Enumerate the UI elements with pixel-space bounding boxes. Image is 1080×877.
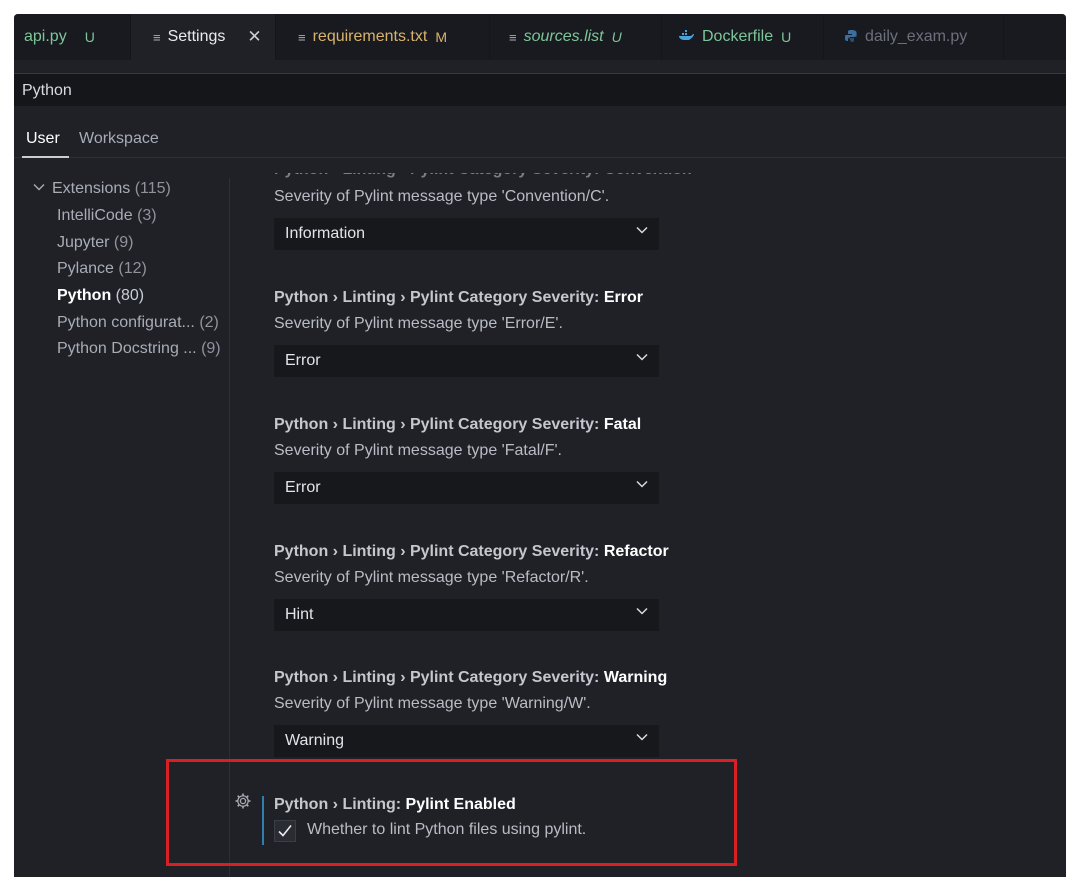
- docker-icon: [678, 29, 695, 45]
- chevron-down-icon: [33, 184, 45, 191]
- scope-divider: [14, 157, 1066, 158]
- modified-badge: M: [435, 29, 447, 45]
- toc-count: (3): [137, 207, 157, 224]
- untracked-badge: U: [611, 29, 622, 45]
- setting-description: Severity of Pylint message type 'Error/E…: [274, 315, 563, 332]
- toc-count: (80): [115, 287, 145, 304]
- toc-label: Pylance: [57, 260, 114, 277]
- chevron-down-icon: [636, 353, 648, 361]
- setting-title-key: Fatal: [603, 416, 642, 433]
- toc-count: (115): [134, 180, 171, 197]
- setting-title-warning: Python › Linting › Pylint Category Sever…: [274, 669, 667, 687]
- dropdown-value: Error: [285, 479, 321, 496]
- dropdown-value: Error: [285, 352, 321, 369]
- convention-severity-dropdown[interactable]: Information: [274, 218, 659, 250]
- error-severity-dropdown[interactable]: Error: [274, 345, 659, 377]
- settings-file-icon: ≡: [153, 29, 161, 45]
- chevron-down-icon: [636, 607, 648, 615]
- close-icon[interactable]: ✕: [247, 27, 261, 47]
- toc-item-jupyter[interactable]: Jupyter (9): [57, 234, 133, 252]
- tab-label: api.py: [24, 28, 67, 45]
- dropdown-value: Information: [285, 225, 366, 242]
- tab-label: Dockerfile: [702, 28, 774, 45]
- toc-item-extensions[interactable]: Extensions (115): [32, 180, 171, 198]
- dropdown-value: Hint: [285, 606, 314, 623]
- tab-label: sources.list: [523, 28, 604, 45]
- untracked-badge: U: [84, 29, 95, 45]
- text-file-icon: ≡: [509, 29, 517, 45]
- setting-title-fatal: Python › Linting › Pylint Category Sever…: [274, 416, 641, 434]
- python-file-icon: [844, 29, 858, 46]
- tab-sources-list[interactable]: ≡ sources.list U: [490, 14, 662, 60]
- chevron-down-icon: [636, 480, 648, 488]
- search-input[interactable]: Python: [22, 82, 72, 100]
- tab-label: requirements.txt: [312, 28, 428, 45]
- setting-description: Severity of Pylint message type 'Convent…: [274, 188, 610, 205]
- setting-title-prefix: Python › Linting › Pylint Category Sever…: [274, 669, 604, 686]
- toc-item-python-docstring[interactable]: Python Docstring ... (9): [57, 340, 221, 358]
- tab-user-scope[interactable]: User: [26, 130, 60, 148]
- setting-title-key: Error: [603, 289, 643, 306]
- toc-label: IntelliCode: [57, 207, 133, 224]
- chevron-down-icon: [636, 226, 648, 234]
- toc-label: Python configurat...: [57, 314, 195, 331]
- tab-requirements[interactable]: ≡ requirements.txt M: [276, 14, 490, 60]
- toc-item-python-configuration[interactable]: Python configurat... (2): [57, 314, 219, 332]
- setting-title-prefix: Python › Linting › Pylint Category Sever…: [274, 289, 604, 306]
- toc-item-intellicode[interactable]: IntelliCode (3): [57, 207, 157, 225]
- tab-label: Settings: [167, 28, 226, 45]
- setting-title-key: Convention: [603, 161, 692, 178]
- setting-title-refactor: Python › Linting › Pylint Category Sever…: [274, 543, 669, 561]
- setting-title-prefix: Python › Linting › Pylint Category Sever…: [274, 161, 604, 178]
- dropdown-value: Warning: [285, 732, 344, 749]
- setting-title-convention: Python › Linting › Pylint Category Sever…: [274, 161, 692, 179]
- toc-label: Extensions: [52, 180, 131, 197]
- toc-count: (9): [113, 234, 134, 251]
- toc-label: Jupyter: [57, 234, 110, 251]
- tab-workspace-scope[interactable]: Workspace: [79, 130, 159, 148]
- toc-count: (2): [199, 314, 219, 331]
- settings-window: api.py U ≡ Settings ✕ ≡ requirements.txt…: [14, 14, 1066, 877]
- setting-description: Severity of Pylint message type 'Fatal/F…: [274, 442, 562, 459]
- setting-description: Severity of Pylint message type 'Warning…: [274, 695, 591, 712]
- setting-title-prefix: Python › Linting › Pylint Category Sever…: [274, 543, 604, 560]
- toc-item-pylance[interactable]: Pylance (12): [57, 260, 147, 278]
- tab-bar: api.py U ≡ Settings ✕ ≡ requirements.txt…: [14, 14, 1066, 60]
- settings-search-box[interactable]: Python: [14, 74, 1066, 106]
- highlight-box: [166, 759, 737, 866]
- setting-title-prefix: Python › Linting › Pylint Category Sever…: [274, 416, 604, 433]
- toc-item-python[interactable]: Python (80): [57, 287, 144, 305]
- tab-api-py[interactable]: api.py U: [14, 14, 131, 60]
- active-scope-indicator: [22, 156, 69, 158]
- fatal-severity-dropdown[interactable]: Error: [274, 472, 659, 504]
- tab-daily-exam[interactable]: daily_exam.py: [824, 14, 1004, 60]
- tab-dockerfile[interactable]: Dockerfile U: [662, 14, 824, 60]
- chevron-down-icon: [636, 733, 648, 741]
- toc-label: Python: [57, 287, 112, 304]
- toc-label: Python Docstring ...: [57, 340, 197, 357]
- setting-description: Severity of Pylint message type 'Refacto…: [274, 569, 589, 586]
- text-file-icon: ≡: [298, 29, 306, 45]
- refactor-severity-dropdown[interactable]: Hint: [274, 599, 659, 631]
- toc-count: (12): [118, 260, 147, 277]
- setting-title-key: Warning: [603, 669, 668, 686]
- toc-count: (9): [201, 340, 221, 357]
- tab-label: daily_exam.py: [865, 28, 968, 45]
- setting-title-error: Python › Linting › Pylint Category Sever…: [274, 289, 643, 307]
- tab-settings[interactable]: ≡ Settings ✕: [131, 14, 276, 60]
- warning-severity-dropdown[interactable]: Warning: [274, 725, 659, 757]
- untracked-badge: U: [781, 29, 792, 45]
- setting-title-key: Refactor: [603, 543, 669, 560]
